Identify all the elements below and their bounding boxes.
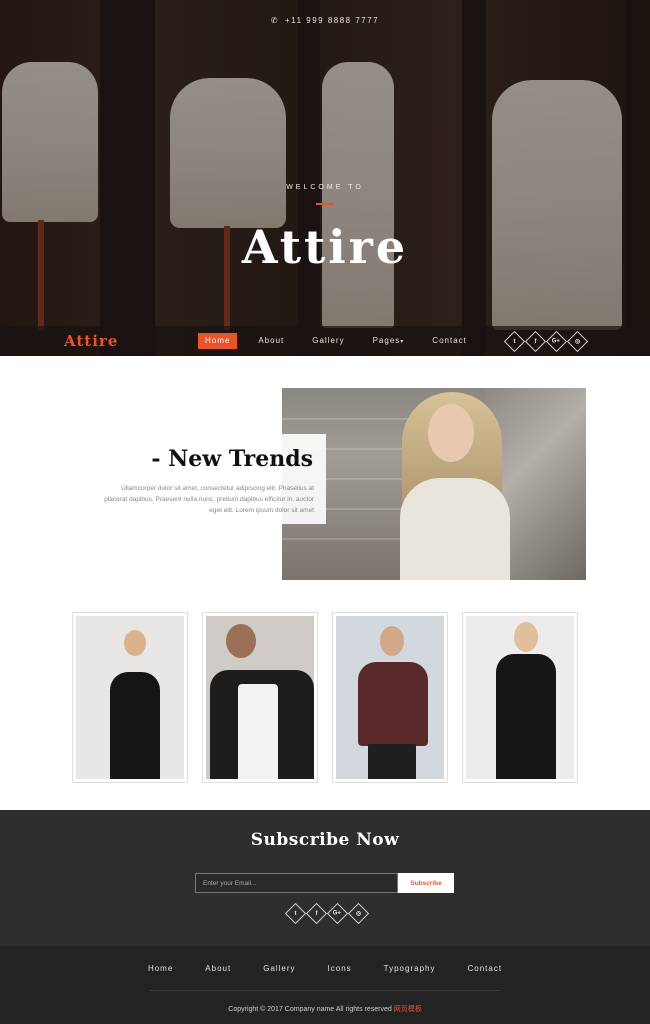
subscribe-button[interactable]: Subscribe [398,873,454,893]
facebook-icon[interactable]: f [524,330,547,353]
phone-icon: ✆ [270,16,280,25]
figure-head [226,624,256,658]
figure-head [124,630,146,656]
facebook-icon[interactable]: f [305,902,328,925]
footer-link-about[interactable]: About [205,964,231,973]
top-contact-bar: ✆ +11 999 8888 7777 [0,16,650,25]
twitter-icon[interactable]: t [503,330,526,353]
gallery-image [336,616,444,779]
gallery-model-black-turtleneck[interactable] [462,612,578,783]
footer-link-icons[interactable]: Icons [328,964,352,973]
hero-title: Attire [241,220,409,274]
figure-head [514,622,538,652]
nav-item-label: Pages [372,336,401,345]
nav-item-pages[interactable]: Pages▾ [366,333,412,349]
footer-link-contact[interactable]: Contact [467,964,502,973]
gallery-image [206,616,314,779]
footer-nav: Home About Gallery Icons Typography Cont… [0,964,650,973]
footer-link-gallery[interactable]: Gallery [263,964,295,973]
subscribe-social-links: t f G+ ◎ [284,902,370,925]
gallery-image [76,616,184,779]
main-navbar: Attire Home About Gallery Pages▾ Contact… [0,326,650,356]
welcome-text: WELCOME TO [286,184,364,191]
header-social-links: t f G+ ◎ [503,330,589,353]
model-face [428,404,474,462]
trends-description: Ullamcorper dolor sit amet, consectetur … [104,485,314,514]
figure-body [496,654,556,779]
twitter-icon[interactable]: t [284,902,307,925]
nav-item-about[interactable]: About [251,333,291,349]
gallery-model-burgundy-blouse[interactable] [332,612,448,783]
hero-banner [0,0,650,356]
hero-overlay [0,0,650,356]
nav-item-home[interactable]: Home [198,333,238,349]
figure-body [110,672,160,779]
site-logo[interactable]: Attire [64,332,118,350]
caret-down-icon: ▾ [400,339,405,345]
trends-photo [282,388,586,580]
email-input[interactable] [195,873,398,893]
dribbble-icon[interactable]: ◎ [347,902,370,925]
footer-divider [150,990,500,991]
trends-title: - New Trends [151,446,313,472]
gallery-model-leather-jacket[interactable] [202,612,318,783]
footer-link-typography[interactable]: Typography [384,964,436,973]
figure-body [358,662,428,746]
google-plus-icon[interactable]: G+ [545,330,568,353]
gallery-image [466,616,574,779]
accent-divider [316,203,334,205]
copyright-link[interactable]: 网页模板 [394,1006,422,1013]
nav-item-gallery[interactable]: Gallery [305,333,351,349]
subscribe-title: Subscribe Now [250,830,400,850]
gallery-model-black-dress[interactable] [72,612,188,783]
copyright-label: Copyright © 2017 Company name All rights… [228,1006,394,1013]
main-nav: Home About Gallery Pages▾ Contact [198,333,488,349]
nav-item-contact[interactable]: Contact [425,333,474,349]
footer-link-home[interactable]: Home [148,964,173,973]
figure-legs [368,744,416,779]
dribbble-icon[interactable]: ◎ [566,330,589,353]
phone-number: +11 999 8888 7777 [285,16,380,25]
figure-shirt [238,684,278,779]
google-plus-icon[interactable]: G+ [326,902,349,925]
figure-head [380,626,404,656]
model-dress [400,478,510,580]
copyright-text: Copyright © 2017 Company name All rights… [0,1004,650,1014]
